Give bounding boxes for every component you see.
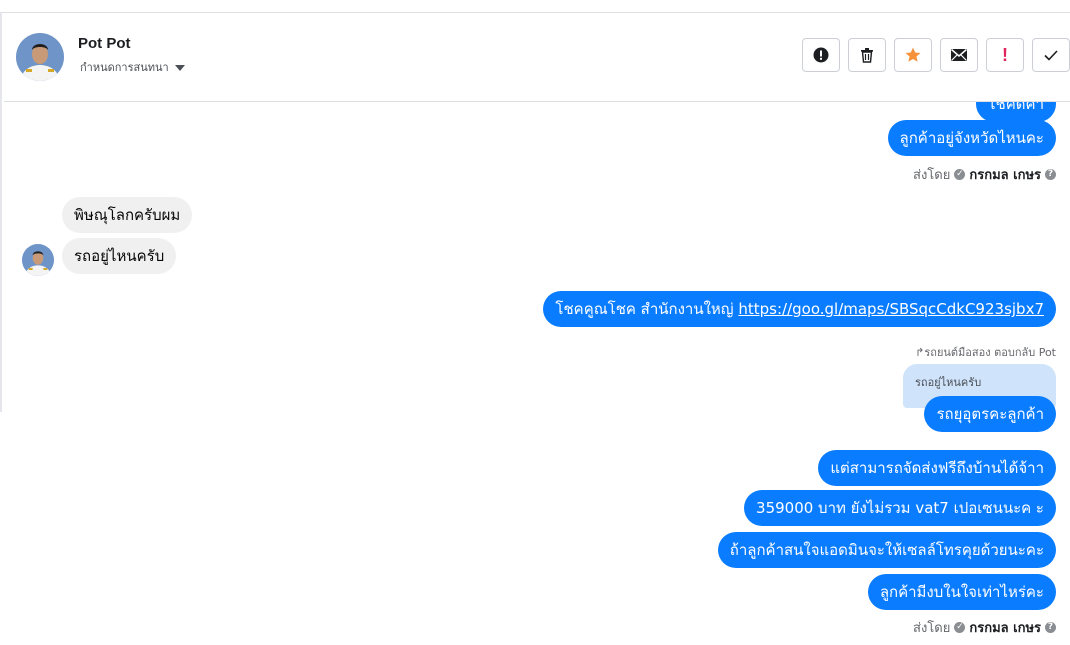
- report-button[interactable]: [802, 38, 840, 72]
- sent-by-label: ส่งโดย: [913, 621, 951, 636]
- conversation-toolbar: !: [802, 38, 1070, 72]
- message-bubble[interactable]: 359000 บาท ยังไม่รวม vat7 เปอเซนนะค ะ: [744, 490, 1056, 526]
- message-bubble-partial[interactable]: โชคดีค่า: [975, 102, 1056, 122]
- verified-icon: ✓: [954, 169, 966, 180]
- reply-arrow-icon: ↱: [915, 346, 925, 359]
- spam-icon: !: [1002, 44, 1008, 65]
- delete-button[interactable]: [848, 38, 886, 72]
- message-text: แต่สามารถจัดส่งฟรีถึงบ้านได้จ้าา: [830, 459, 1044, 477]
- conversation-settings-label: กำหนดการสนทนา: [80, 61, 169, 74]
- message-bubble[interactable]: ถ้าลูกค้าสนใจแอดมินจะให้เซลล์โทรคุยด้วยน…: [717, 532, 1056, 568]
- star-button[interactable]: [894, 38, 932, 72]
- message-bubble[interactable]: ลูกค้ามีงบในใจเท่าไหร่คะ: [867, 574, 1056, 610]
- contact-avatar[interactable]: [16, 33, 64, 81]
- trash-icon: [861, 48, 873, 63]
- mark-unread-button[interactable]: [940, 38, 978, 72]
- message-text: 359000 บาท ยังไม่รวม vat7 เปอเซนนะค ะ: [756, 499, 1044, 517]
- help-icon[interactable]: ?: [1045, 169, 1056, 180]
- message-text: โชคคูณโชค สำนักงานใหญ่: [555, 300, 739, 318]
- verified-icon: ✓: [954, 622, 966, 633]
- reply-label: ↱รถยนต์มือสอง ตอบกลับ Pot: [915, 346, 1056, 359]
- message-bubble-incoming[interactable]: รถอยู่ไหนครับ: [62, 238, 177, 274]
- sender-name[interactable]: กรกมล เกษร: [969, 164, 1041, 185]
- sender-name[interactable]: กรกมล เกษร: [969, 617, 1041, 638]
- message-bubble[interactable]: ลูกค้าอยู่จังหวัดไหนคะ: [887, 120, 1056, 156]
- message-text: ลูกค้ามีงบในใจเท่าไหร่คะ: [879, 583, 1044, 601]
- star-icon: [905, 47, 921, 62]
- check-icon: [1044, 50, 1058, 61]
- conversation-header: Pot Pot กำหนดการสนทนา !: [4, 13, 1070, 102]
- message-bubble[interactable]: รถยุอุตรคะลูกค้า: [924, 396, 1056, 432]
- message-text: พิษณุโลกครับผม: [74, 206, 181, 224]
- sent-by-label: ส่งโดย: [913, 168, 951, 183]
- message-text: ถ้าลูกค้าสนใจแอดมินจะให้เซลล์โทรคุยด้วยน…: [729, 541, 1044, 559]
- message-bubble[interactable]: โชคคูณโชค สำนักงานใหญ่ https://goo.gl/ma…: [543, 291, 1056, 327]
- message-bubble[interactable]: แต่สามารถจัดส่งฟรีถึงบ้านได้จ้าา: [818, 450, 1056, 486]
- message-text: รถอยู่ไหนครับ: [74, 247, 165, 265]
- map-link[interactable]: https://goo.gl/maps/SBSqcCdkC923sjbx7: [738, 300, 1044, 318]
- help-icon[interactable]: ?: [1045, 622, 1056, 633]
- sent-by-info: ส่งโดย ✓ กรกมล เกษร ?: [913, 617, 1056, 638]
- report-icon: [813, 47, 829, 63]
- spam-button[interactable]: !: [986, 38, 1024, 72]
- message-text: รถยุอุตรคะลูกค้า: [936, 405, 1044, 423]
- contact-avatar-small[interactable]: [22, 244, 54, 276]
- envelope-icon: [951, 48, 967, 61]
- contact-name[interactable]: Pot Pot: [78, 35, 131, 52]
- sent-by-info: ส่งโดย ✓ กรกมล เกษร ?: [913, 164, 1056, 185]
- message-list[interactable]: โชคดีค่า ลูกค้าอยู่จังหวัดไหนคะ ส่งโดย ✓…: [0, 102, 1070, 645]
- message-bubble-incoming[interactable]: พิษณุโลกครับผม: [62, 197, 193, 233]
- quoted-text: รถอยู่ไหนครับ: [915, 376, 982, 389]
- caret-down-icon: [174, 65, 185, 71]
- mark-done-button[interactable]: [1032, 38, 1070, 72]
- message-text: ลูกค้าอยู่จังหวัดไหนคะ: [899, 129, 1044, 147]
- message-text: โชคดีค่า: [987, 102, 1044, 113]
- conversation-settings-dropdown[interactable]: กำหนดการสนทนา: [80, 58, 185, 76]
